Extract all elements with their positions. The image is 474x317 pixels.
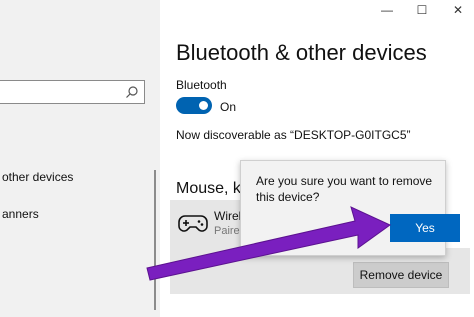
- search-input[interactable]: [0, 80, 145, 104]
- bluetooth-toggle[interactable]: [176, 97, 212, 114]
- bluetooth-state-text: On: [220, 100, 237, 114]
- maximize-button[interactable]: ☐: [410, 2, 434, 18]
- bluetooth-label: Bluetooth: [176, 78, 227, 92]
- close-button[interactable]: ✕: [446, 2, 470, 18]
- yes-button[interactable]: Yes: [390, 214, 460, 242]
- gamepad-icon: [178, 215, 208, 232]
- discoverable-text: Now discoverable as “DESKTOP-G0ITGC5”: [176, 128, 411, 142]
- sidebar-item-other-devices[interactable]: other devices: [2, 170, 73, 184]
- sidebar-item-scanners[interactable]: anners: [2, 207, 39, 221]
- remove-device-button[interactable]: Remove device: [353, 262, 449, 288]
- sidebar-scrollbar[interactable]: [154, 170, 156, 310]
- minimize-button[interactable]: —: [375, 2, 399, 18]
- page-title: Bluetooth & other devices: [176, 40, 427, 65]
- dialog-message: Are you sure you want to remove this dev…: [256, 174, 433, 204]
- settings-sidebar: other devices anners: [0, 0, 160, 317]
- device-status: Paire: [214, 225, 240, 237]
- toggle-knob: [199, 101, 208, 110]
- section-heading: Mouse, k: [176, 180, 241, 197]
- device-name: Wirel: [214, 209, 242, 223]
- search-icon[interactable]: [125, 85, 139, 99]
